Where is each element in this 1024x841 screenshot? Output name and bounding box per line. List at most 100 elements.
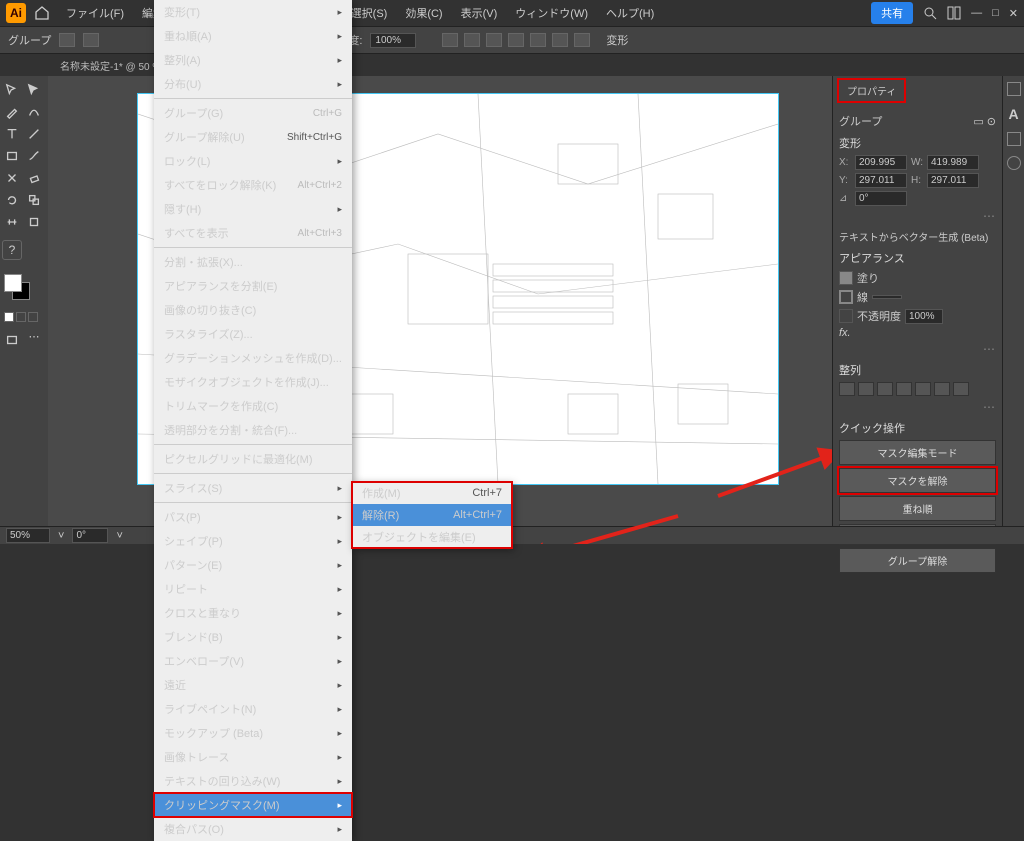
menu-effect[interactable]: 効果(C) <box>397 1 450 25</box>
dock-icon[interactable]: A <box>1008 106 1018 122</box>
align-icon[interactable] <box>508 33 524 47</box>
menu-item[interactable]: 透明部分を分割・統合(F)... <box>154 418 352 442</box>
selection-tool-icon[interactable] <box>2 80 22 100</box>
curvature-tool-icon[interactable] <box>24 102 44 122</box>
edit-toolbar-icon[interactable]: ⋯ <box>24 326 44 346</box>
menu-item[interactable]: エンベロープ(V) <box>154 649 352 673</box>
align-bottom-icon[interactable] <box>934 382 950 396</box>
menu-item[interactable]: グループ解除(U)Shift+Ctrl+G <box>154 125 352 149</box>
menu-item[interactable]: クリッピングマスク(M) <box>154 793 352 817</box>
zoom-field[interactable]: 50% <box>6 528 50 543</box>
share-button[interactable]: 共有 <box>871 2 913 24</box>
menu-item[interactable]: クロスと重なり <box>154 601 352 625</box>
search-icon[interactable] <box>923 6 937 20</box>
align-left-icon[interactable] <box>839 382 855 396</box>
text-to-vector-label[interactable]: テキストからベクター生成 (Beta) <box>839 233 988 244</box>
properties-tab[interactable]: プロパティ <box>839 80 904 101</box>
align-icon[interactable] <box>552 33 568 47</box>
none-mode-icon[interactable] <box>28 312 38 322</box>
dock-icon[interactable] <box>1007 132 1021 146</box>
menu-item[interactable]: 分割・拡張(X)... <box>154 250 352 274</box>
transform-label[interactable]: 変形 <box>606 32 628 48</box>
free-transform-tool-icon[interactable] <box>24 212 44 232</box>
h-field[interactable]: 297.011 <box>927 173 979 188</box>
menu-item[interactable]: 複合パス(O) <box>154 817 352 841</box>
y-field[interactable]: 297.011 <box>855 173 907 188</box>
window-maximize-icon[interactable]: □ <box>992 7 999 19</box>
mask-edit-mode-button[interactable]: マスク編集モード <box>839 440 996 465</box>
more-options-icon[interactable]: ⋯ <box>839 400 996 414</box>
eraser-tool-icon[interactable] <box>24 168 44 188</box>
menu-item[interactable]: モックアップ (Beta) <box>154 721 352 745</box>
menu-item[interactable]: テキストの回り込み(W) <box>154 769 352 793</box>
menu-item[interactable]: グラデーションメッシュを作成(D)... <box>154 346 352 370</box>
pen-tool-icon[interactable] <box>2 102 22 122</box>
home-icon[interactable] <box>34 5 50 21</box>
stroke-swatch-icon[interactable] <box>83 33 99 47</box>
x-field[interactable]: 209.995 <box>855 155 907 170</box>
rectangle-tool-icon[interactable] <box>2 146 22 166</box>
opacity-field[interactable]: 100% <box>370 33 416 48</box>
menu-item[interactable]: ロック(L) <box>154 149 352 173</box>
menu-item[interactable]: ラスタライズ(Z)... <box>154 322 352 346</box>
menu-item[interactable]: ブレンド(B) <box>154 625 352 649</box>
panel-icons[interactable]: ▭ ⊙ <box>973 115 996 128</box>
fill-swatch-icon[interactable] <box>839 271 853 285</box>
align-icon[interactable] <box>442 33 458 47</box>
rotation-dropdown-icon[interactable]: ˅ <box>116 530 122 542</box>
align-icon[interactable] <box>486 33 502 47</box>
menu-item[interactable]: 分布(U) <box>154 72 352 96</box>
menu-item[interactable]: パターン(E) <box>154 553 352 577</box>
menu-item[interactable]: トリムマークを作成(C) <box>154 394 352 418</box>
menu-item[interactable]: シェイプ(P) <box>154 529 352 553</box>
opacity-value-field[interactable]: 100% <box>905 309 943 324</box>
distribute-icon[interactable] <box>953 382 969 396</box>
w-field[interactable]: 419.989 <box>927 155 979 170</box>
stroke-weight-field[interactable] <box>872 295 902 299</box>
brush-tool-icon[interactable] <box>24 146 44 166</box>
shaper-tool-icon[interactable] <box>2 168 22 188</box>
zoom-dropdown-icon[interactable]: ˅ <box>58 530 64 542</box>
angle-field[interactable]: 0° <box>855 191 907 206</box>
gradient-mode-icon[interactable] <box>16 312 26 322</box>
menu-help[interactable]: ヘルプ(H) <box>598 1 662 25</box>
arrange-button[interactable]: 重ね順 <box>839 496 996 521</box>
menu-item[interactable]: スライス(S) <box>154 476 352 500</box>
menu-item[interactable]: 画像トレース <box>154 745 352 769</box>
fill-stroke-swatches[interactable] <box>4 274 44 304</box>
menu-view[interactable]: 表示(V) <box>453 1 506 25</box>
submenu-edit[interactable]: オブジェクトを編集(E) <box>352 526 512 548</box>
align-hcenter-icon[interactable] <box>858 382 874 396</box>
scale-tool-icon[interactable] <box>24 190 44 210</box>
menu-item[interactable]: ピクセルグリッドに最適化(M) <box>154 447 352 471</box>
menu-item[interactable]: ライブペイント(N) <box>154 697 352 721</box>
menu-item[interactable]: パス(P) <box>154 505 352 529</box>
arrange-icon[interactable] <box>947 6 961 20</box>
rotation-field[interactable]: 0° <box>72 528 108 543</box>
window-minimize-icon[interactable]: — <box>971 7 982 19</box>
align-icon[interactable] <box>464 33 480 47</box>
dock-icon[interactable] <box>1007 156 1021 170</box>
type-tool-icon[interactable] <box>2 124 22 144</box>
align-vcenter-icon[interactable] <box>915 382 931 396</box>
help-tool-icon[interactable]: ? <box>2 240 22 260</box>
align-right-icon[interactable] <box>877 382 893 396</box>
more-options-icon[interactable]: ⋯ <box>839 209 996 223</box>
menu-item[interactable]: リピート <box>154 577 352 601</box>
align-icon[interactable] <box>530 33 546 47</box>
color-mode-icon[interactable] <box>4 312 14 322</box>
menu-item[interactable]: 変形(T) <box>154 0 352 24</box>
line-tool-icon[interactable] <box>24 124 44 144</box>
align-top-icon[interactable] <box>896 382 912 396</box>
fx-label[interactable]: fx. <box>839 327 851 339</box>
direct-selection-tool-icon[interactable] <box>24 80 44 100</box>
menu-item[interactable]: 整列(A) <box>154 48 352 72</box>
fill-swatch-icon[interactable] <box>59 33 75 47</box>
menu-window[interactable]: ウィンドウ(W) <box>507 1 596 25</box>
menu-file[interactable]: ファイル(F) <box>58 1 132 25</box>
submenu-release[interactable]: 解除(R)Alt+Ctrl+7 <box>352 504 512 526</box>
menu-item[interactable]: 隠す(H) <box>154 197 352 221</box>
align-icon[interactable] <box>574 33 590 47</box>
dock-icon[interactable] <box>1007 82 1021 96</box>
submenu-make[interactable]: 作成(M)Ctrl+7 <box>352 482 512 504</box>
